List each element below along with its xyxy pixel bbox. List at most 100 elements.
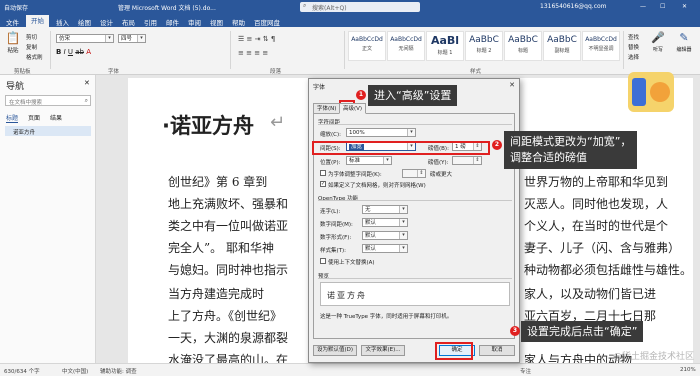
style-subtle-emphasis[interactable]: AaBbCcDd 不明显强调: [582, 31, 620, 61]
word-count[interactable]: 630/634 个字: [4, 367, 40, 375]
style-heading-1[interactable]: AaBl 标题 1: [426, 31, 464, 61]
ribbon-separator: [344, 31, 345, 69]
sort-icon[interactable]: ⇅: [263, 35, 269, 43]
font-format-buttons: B I U ab A: [56, 48, 91, 56]
position-select[interactable]: 标准 ▾: [346, 156, 392, 165]
tab-help[interactable]: 帮助: [232, 17, 245, 27]
cut-button[interactable]: 剪切: [26, 33, 37, 41]
indent-icon[interactable]: ⇥: [255, 35, 261, 43]
scale-select[interactable]: 100% ▾: [346, 128, 416, 137]
kerning-checkbox[interactable]: [320, 170, 326, 176]
minimize-icon[interactable]: —: [640, 3, 646, 10]
replace-button[interactable]: 替换: [628, 43, 639, 51]
position-by-input[interactable]: ⇕: [452, 156, 482, 165]
tab-draw[interactable]: 绘图: [78, 17, 91, 27]
tab-file[interactable]: 文件: [6, 17, 19, 27]
editor-button[interactable]: ✎ 编辑器: [672, 31, 696, 61]
bold-button[interactable]: B: [56, 48, 61, 56]
tab-advanced[interactable]: 高级(V): [339, 103, 367, 114]
nav-tab-headings[interactable]: 标题: [6, 113, 19, 123]
show-marks-icon[interactable]: ¶: [271, 35, 275, 43]
align-right-icon[interactable]: ≡: [254, 49, 260, 57]
nav-tab-pages[interactable]: 页面: [28, 113, 40, 122]
tab-view[interactable]: 视图: [210, 17, 223, 27]
tab-baidu-netdisk[interactable]: 百度网盘: [254, 17, 280, 27]
tab-insert[interactable]: 插入: [56, 17, 69, 27]
italic-button[interactable]: I: [64, 48, 66, 56]
style-heading-2[interactable]: AaBbC 标题 2: [465, 31, 503, 61]
style-sample: AaBbC: [547, 35, 577, 45]
maximize-icon[interactable]: ☐: [660, 3, 665, 10]
close-icon[interactable]: ✕: [509, 81, 515, 89]
title-bar: 自动保存 管理 Microsoft Word 文档 (5).do... ⌕ 搜索…: [0, 0, 700, 14]
nav-title: 导航: [6, 82, 25, 92]
style-name: 无间隔: [398, 46, 414, 52]
focus-mode-button[interactable]: 专注: [520, 367, 531, 375]
chevron-down-icon: ▾: [399, 245, 407, 252]
nav-search-input[interactable]: 在文档中搜索 ⌕: [5, 95, 91, 106]
ribbon-tabs: 文件 开始 插入 绘图 设计 布局 引用 邮件 审阅 视图 帮助 百度网盘: [0, 14, 700, 27]
kerning-input[interactable]: ⇕: [402, 169, 426, 178]
font-name-select[interactable]: 仿宋 ▾: [56, 34, 114, 43]
autosave-label[interactable]: 自动保存: [4, 3, 28, 12]
search-box[interactable]: ⌕ 搜索(Alt+Q): [300, 2, 420, 12]
nav-tab-results[interactable]: 结果: [50, 113, 62, 122]
tab-mailings[interactable]: 邮件: [166, 17, 179, 27]
strikethrough-button[interactable]: ab: [75, 48, 84, 56]
dictation-button[interactable]: 🎤 听写: [648, 31, 668, 61]
tab-layout[interactable]: 布局: [122, 17, 135, 27]
grid-label: 如果定义了文档网格，则对齐到网格(W): [328, 183, 426, 189]
ribbon-separator: [50, 31, 51, 69]
select-button[interactable]: 选择: [628, 53, 639, 61]
number-spacing-select[interactable]: 默认 ▾: [362, 218, 408, 227]
tab-references[interactable]: 引用: [144, 17, 157, 27]
font-size-value: 四号: [121, 36, 133, 42]
contextual-label: 使用上下文替换(A): [328, 260, 375, 266]
tab-home[interactable]: 开始: [26, 15, 49, 27]
format-painter-button[interactable]: 格式刷: [26, 53, 43, 61]
bullets-icon[interactable]: ☰: [238, 35, 244, 43]
position-label: 位置(P):: [320, 160, 341, 166]
step-2-badge: 2: [492, 140, 502, 150]
find-button[interactable]: 查找: [628, 33, 639, 41]
align-center-icon[interactable]: ≡: [246, 49, 252, 57]
numbering-icon[interactable]: ≡: [247, 35, 253, 43]
font-color-button[interactable]: A: [86, 48, 91, 56]
chevron-down-icon: ▾: [383, 157, 391, 164]
paste-button[interactable]: 📋 粘贴: [4, 31, 22, 61]
close-icon[interactable]: ✕: [682, 3, 687, 10]
contextual-checkbox[interactable]: [320, 258, 326, 264]
zoom-level[interactable]: 210%: [680, 367, 696, 373]
nav-close-icon[interactable]: ✕: [84, 79, 90, 87]
number-forms-select[interactable]: 默认 ▾: [362, 231, 408, 240]
cancel-button[interactable]: 取消: [479, 345, 515, 356]
underline-button[interactable]: U: [68, 48, 73, 56]
style-no-spacing[interactable]: AaBbCcDd 无间隔: [387, 31, 425, 61]
paragraph-group-label: 段落: [270, 69, 282, 75]
style-normal[interactable]: AaBbCcDd 正文: [348, 31, 386, 61]
style-subtitle[interactable]: AaBbC 副标题: [543, 31, 581, 61]
copy-button[interactable]: 复制: [26, 43, 37, 51]
nav-heading-item[interactable]: 诺亚方舟: [5, 126, 91, 136]
stepper-icon: ⇕: [417, 170, 425, 177]
paragraph-buttons: ☰ ≡ ⇥ ⇅ ¶: [238, 35, 275, 43]
account-name[interactable]: 1316540616@qq.com: [540, 3, 607, 10]
divider: [318, 278, 512, 279]
language-indicator[interactable]: 中文(中国): [62, 367, 88, 375]
text-effects-button[interactable]: 文字效果(E)...: [361, 345, 405, 356]
kerning-label: 为字体调整字间距(K):: [328, 172, 382, 178]
tab-review[interactable]: 审阅: [188, 17, 201, 27]
style-title[interactable]: AaBbC 标题: [504, 31, 542, 61]
style-name: 不明显强调: [588, 46, 614, 52]
preview-text: 诺亚方舟: [327, 291, 367, 300]
tab-design[interactable]: 设计: [100, 17, 113, 27]
align-left-icon[interactable]: ≡: [238, 49, 244, 57]
justify-icon[interactable]: ≡: [262, 49, 268, 57]
grid-checkbox[interactable]: ✓: [320, 181, 326, 187]
font-size-select[interactable]: 四号 ▾: [118, 34, 146, 43]
font-dialog: 字体 ✕ 字体(N) 高级(V) 字符间距 缩放(C): 100% ▾ 间距(S)…: [308, 78, 520, 363]
ligatures-select[interactable]: 无 ▾: [362, 205, 408, 214]
style-sets-select[interactable]: 默认 ▾: [362, 244, 408, 253]
set-default-button[interactable]: 设为默认值(D): [313, 345, 357, 356]
accessibility-indicator[interactable]: 辅助功能: 调查: [100, 367, 137, 375]
